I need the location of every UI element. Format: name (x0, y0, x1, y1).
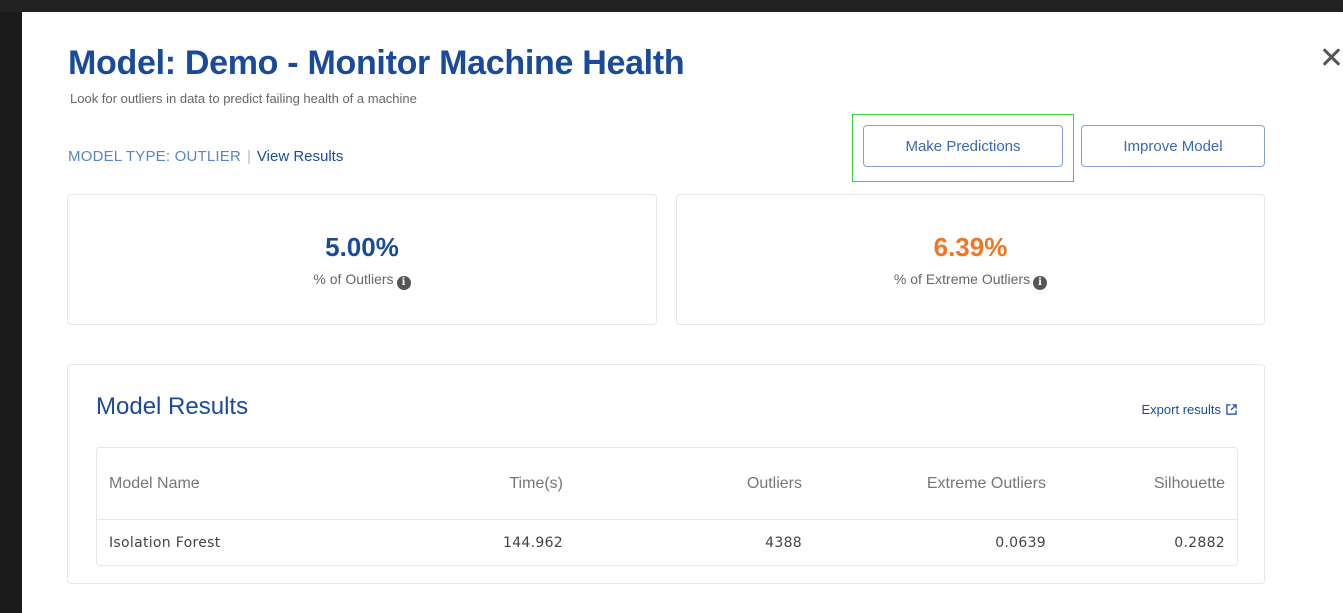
extreme-outliers-stat-card: 6.39% % of Extreme Outliers i (676, 194, 1265, 325)
outliers-stat-card: 5.00% % of Outliers i (67, 194, 657, 325)
extreme-outliers-label-row: % of Extreme Outliers i (677, 271, 1264, 290)
extreme-outliers-label: % of Extreme Outliers (893, 271, 1031, 287)
page-title: Model: Demo - Monitor Machine Health (68, 44, 685, 82)
info-icon[interactable]: i (396, 276, 411, 290)
cell-time: 144.962 (503, 534, 563, 551)
info-icon[interactable]: i (1033, 276, 1048, 290)
table-header-row: Model Name Time(s) Outliers Extreme Outl… (97, 448, 1237, 520)
external-link-icon (1226, 404, 1237, 415)
outliers-value: 5.00% (325, 232, 399, 262)
meta-separator: | (247, 148, 251, 165)
page-subtitle: Look for outliers in data to predict fai… (70, 91, 417, 106)
model-results-table: Model Name Time(s) Outliers Extreme Outl… (96, 447, 1238, 566)
table-row[interactable]: Isolation Forest 144.962 4388 0.0639 0.2… (97, 520, 1237, 565)
improve-model-button[interactable]: Improve Model (1081, 125, 1265, 167)
cell-model-name: Isolation Forest (109, 534, 221, 551)
model-results-card: Model Results Export results Model Name … (67, 364, 1265, 584)
outliers-label-row: % of Outliers i (68, 271, 656, 290)
outliers-label: % of Outliers (313, 271, 394, 287)
view-results-link[interactable]: View Results (257, 148, 343, 165)
extreme-outliers-value: 6.39% (933, 232, 1008, 262)
column-header-outliers[interactable]: Outliers (575, 448, 814, 520)
make-predictions-button[interactable]: Make Predictions (863, 125, 1063, 167)
column-header-model-name[interactable]: Model Name (97, 448, 421, 520)
close-icon[interactable] (1319, 45, 1343, 69)
export-results-link[interactable]: Export results (1142, 402, 1237, 417)
column-header-silhouette[interactable]: Silhouette (1058, 448, 1237, 520)
cell-silhouette: 0.2882 (1174, 534, 1225, 551)
cell-extreme-outliers: 0.0639 (995, 534, 1046, 551)
export-results-label: Export results (1141, 402, 1221, 417)
cell-outliers: 4388 (765, 534, 802, 551)
column-header-time[interactable]: Time(s) (421, 448, 575, 520)
backdrop-strip (0, 0, 1343, 12)
model-meta: MODEL TYPE: OUTLIER | View Results (68, 148, 343, 165)
model-type-label: MODEL TYPE: OUTLIER (68, 148, 242, 165)
column-header-extreme-outliers[interactable]: Extreme Outliers (814, 448, 1058, 520)
model-results-title: Model Results (96, 393, 249, 420)
